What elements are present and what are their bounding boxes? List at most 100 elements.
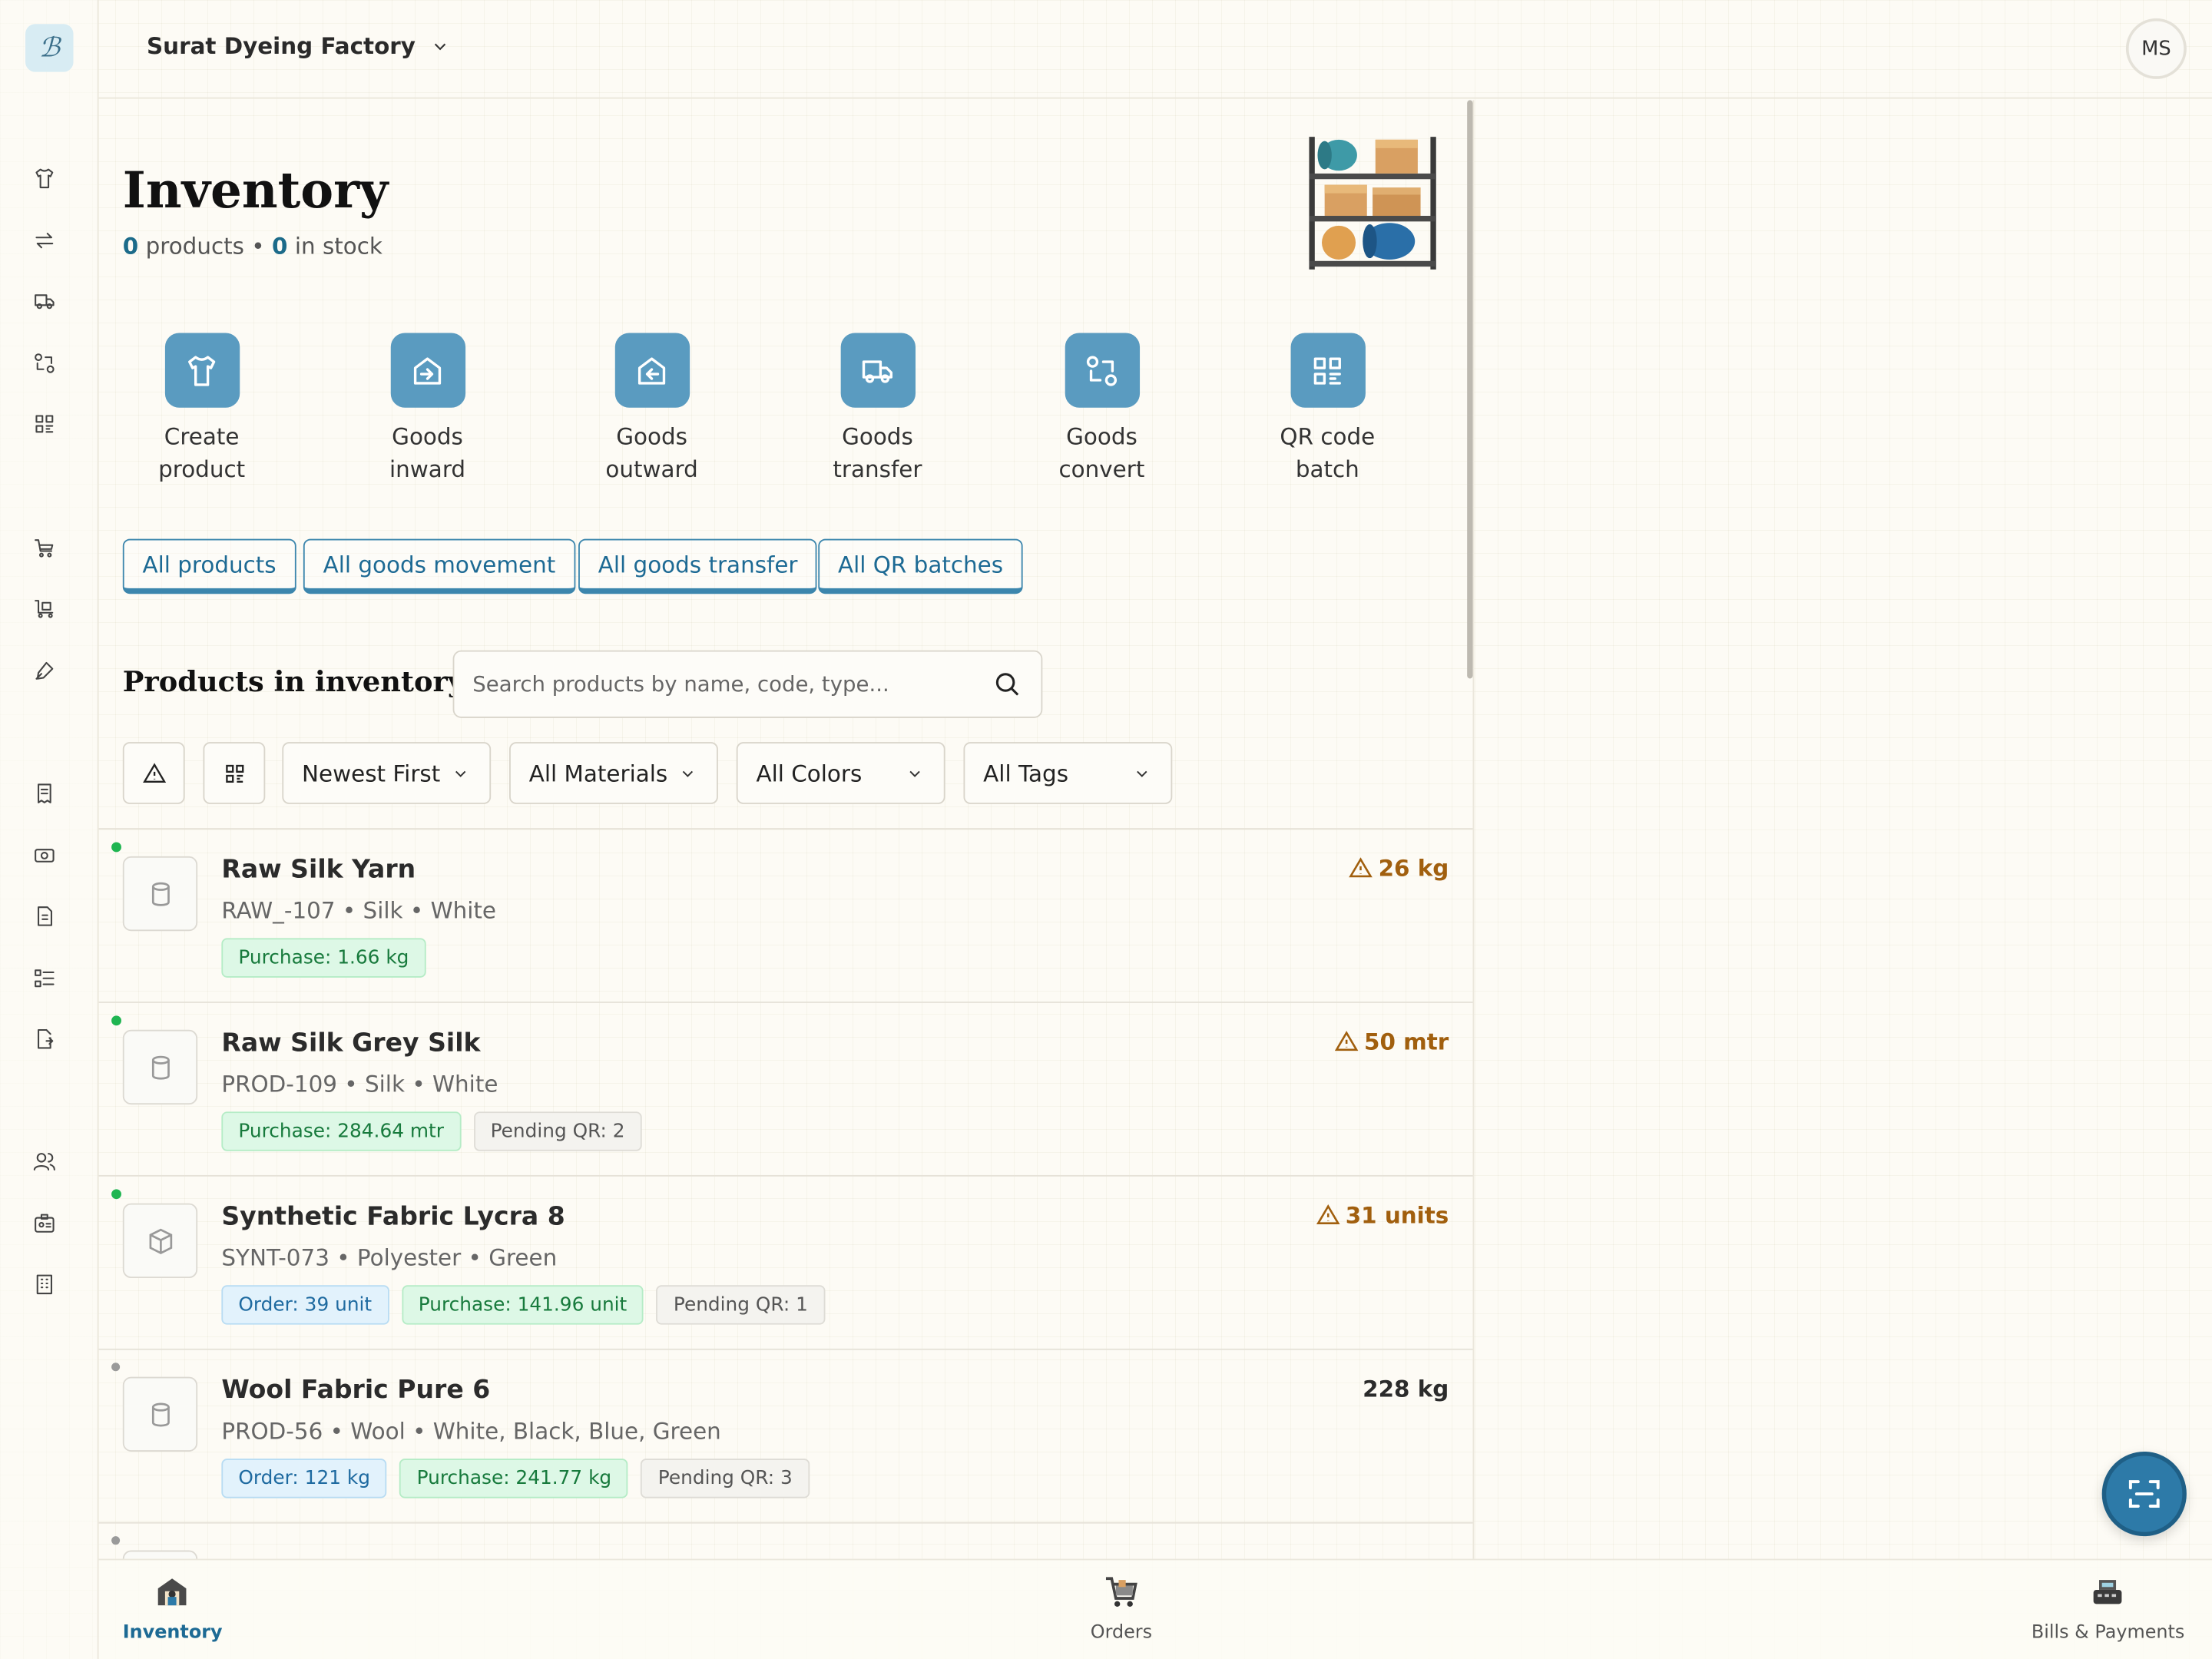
sidebar-shirt-icon[interactable]: [30, 164, 58, 192]
chevron-down-icon: [433, 42, 445, 50]
order-tag: Order: 121 kg: [221, 1459, 388, 1498]
nav-bills-payments[interactable]: Bills & Payments: [2032, 1571, 2184, 1644]
cylinder-icon: [122, 1550, 198, 1559]
qr-code-batch-button[interactable]: QR code batch: [1236, 333, 1419, 485]
product-quantity: 31 units: [1316, 1202, 1449, 1229]
purchase-tag: Purchase: 241.77 kg: [399, 1459, 629, 1498]
product-row[interactable]: Raw Silk Grey Silk PROD-109 • Silk • Whi…: [98, 1002, 1473, 1175]
bottom-nav: Inventory Orders Bills & Payments: [98, 1558, 2212, 1659]
qr-icon: [225, 763, 243, 783]
cylinder-icon: [122, 856, 198, 932]
app-logo[interactable]: ℬ: [25, 24, 74, 72]
sidebar-users-icon[interactable]: [30, 1147, 58, 1175]
sidebar-export-icon[interactable]: [30, 1024, 58, 1052]
warehouse-icon: [153, 1571, 192, 1611]
goods-convert-button[interactable]: Goods convert: [1010, 333, 1194, 485]
product-row[interactable]: Wool Fabric Pure 6 PROD-56 • Wool • Whit…: [98, 1348, 1473, 1522]
warning-icon: [1334, 1031, 1359, 1051]
action-label-line1: Goods: [1066, 423, 1137, 450]
factory-name: Surat Dyeing Factory: [147, 32, 416, 60]
avatar[interactable]: MS: [2125, 18, 2187, 79]
create-product-button[interactable]: Create product: [110, 333, 293, 485]
tags-select[interactable]: All Tags: [963, 742, 1173, 804]
top-bar: Surat Dyeing Factory MS: [98, 0, 2212, 99]
tags-select-value: All Tags: [983, 760, 1069, 786]
quantity-value: 26 kg: [1378, 855, 1449, 882]
product-meta: SYNT-073 • Polyester • Green: [221, 1243, 558, 1271]
colors-select-value: All Colors: [756, 760, 863, 786]
product-meta: RAW_-107 • Silk • White: [221, 897, 497, 925]
purchase-tag: Purchase: 1.66 kg: [221, 938, 426, 978]
product-meta: PROD-109 • Silk • White: [221, 1071, 498, 1098]
status-dot: [111, 1189, 121, 1200]
outward-icon: [614, 333, 690, 408]
page-title: Inventory: [122, 162, 389, 220]
product-quantity: 50 mtr: [1334, 1028, 1449, 1055]
search-input[interactable]: [454, 651, 962, 717]
scrollbar[interactable]: [1467, 100, 1473, 679]
sort-select-value: Newest First: [302, 760, 441, 786]
sidebar-invoice-icon[interactable]: [30, 902, 58, 930]
action-label-line2: outward: [605, 455, 698, 483]
goods-transfer-button[interactable]: Goods transfer: [786, 333, 969, 485]
goods-inward-button[interactable]: Goods inward: [336, 333, 519, 485]
action-label-line1: Goods: [392, 423, 463, 450]
sidebar-cart-icon[interactable]: [30, 533, 58, 561]
product-meta: PROD-56 • Wool • White, Black, Blue, Gre…: [221, 1417, 721, 1445]
sidebar-transfer-icon[interactable]: [30, 226, 58, 254]
shelf-illustration: [1309, 137, 1436, 270]
action-label-line1: Goods: [842, 423, 913, 450]
materials-select[interactable]: All Materials: [509, 742, 718, 804]
product-row[interactable]: [98, 1522, 1473, 1559]
pending-qr-tag: Pending QR: 2: [473, 1111, 642, 1151]
all-goods-movement-link[interactable]: All goods movement: [303, 538, 575, 594]
sidebar-id-card-icon[interactable]: [30, 1209, 58, 1237]
action-label-line1: Create: [164, 423, 240, 450]
purchase-tag: Purchase: 141.96 unit: [401, 1285, 644, 1325]
product-name: Raw Silk Grey Silk: [221, 1028, 481, 1058]
action-label-line2: product: [158, 455, 246, 483]
goods-outward-button[interactable]: Goods outward: [560, 333, 743, 485]
sidebar-truck-icon[interactable]: [30, 286, 58, 315]
cylinder-icon: [122, 1376, 198, 1452]
product-row[interactable]: Synthetic Fabric Lycra 8 SYNT-073 • Poly…: [98, 1174, 1473, 1349]
colors-select[interactable]: All Colors: [736, 742, 945, 804]
quantity-value: 228 kg: [1363, 1375, 1449, 1402]
sidebar-convert-icon[interactable]: [30, 349, 58, 377]
pending-qr-tag: Pending QR: 3: [641, 1459, 810, 1498]
scan-icon: [2128, 1480, 2160, 1508]
materials-select-value: All Materials: [528, 760, 668, 786]
qr-filter-button[interactable]: [203, 742, 266, 804]
product-count: 0: [122, 233, 139, 260]
all-goods-transfer-link[interactable]: All goods transfer: [578, 538, 818, 594]
sort-select[interactable]: Newest First: [282, 742, 492, 804]
quantity-value: 50 mtr: [1364, 1028, 1449, 1055]
status-dot: [111, 1536, 121, 1545]
sidebar-cash-icon[interactable]: [30, 841, 58, 869]
nav-orders[interactable]: Orders: [1091, 1571, 1152, 1644]
search-icon[interactable]: [993, 670, 1022, 698]
product-quantity: 26 kg: [1349, 855, 1449, 882]
sidebar-qr-icon[interactable]: [30, 409, 58, 438]
sidebar-building-icon[interactable]: [30, 1270, 58, 1298]
box-icon: [122, 1203, 198, 1279]
chevron-down-icon: [455, 770, 466, 777]
convert-icon: [1064, 333, 1140, 408]
scan-button[interactable]: [2101, 1451, 2187, 1537]
sidebar-receipt-icon[interactable]: [30, 779, 58, 807]
products-label: products: [145, 233, 244, 260]
chevron-down-icon: [682, 770, 694, 777]
sidebar-trolley-icon[interactable]: [30, 594, 58, 622]
products-section-title: Products in inventory: [122, 664, 465, 699]
chevron-down-icon: [909, 770, 920, 777]
product-row[interactable]: Raw Silk Yarn RAW_-107 • Silk • White Pu…: [98, 828, 1473, 1002]
sidebar-tools-icon[interactable]: [30, 656, 58, 684]
nav-inventory[interactable]: Inventory: [123, 1571, 223, 1644]
factory-selector[interactable]: Surat Dyeing Factory: [147, 32, 449, 59]
action-label-line1: Goods: [616, 423, 687, 450]
search-box: [452, 650, 1043, 718]
all-products-link[interactable]: All products: [122, 538, 296, 594]
all-qr-batches-link[interactable]: All QR batches: [818, 538, 1023, 594]
sidebar-list-icon[interactable]: [30, 963, 58, 992]
low-stock-filter-button[interactable]: [122, 742, 185, 804]
